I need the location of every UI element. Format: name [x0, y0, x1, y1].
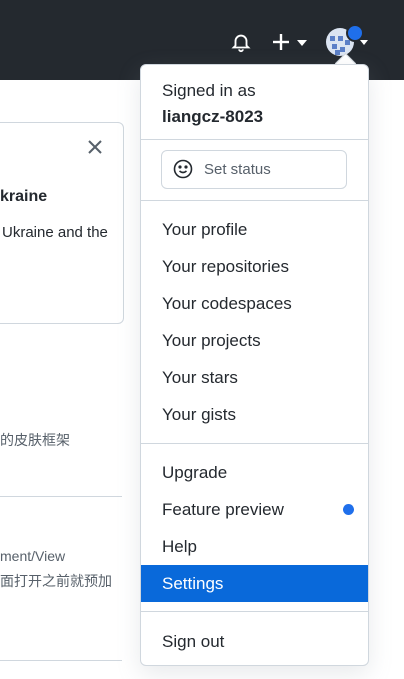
menu-item-settings[interactable]: Settings	[141, 565, 368, 602]
account-dropdown-menu: Signed in as liangcz-8023 Set status You…	[140, 64, 369, 666]
menu-item-your-gists[interactable]: Your gists	[141, 396, 368, 433]
menu-item-label: Feature preview	[162, 500, 284, 519]
menu-item-your-stars[interactable]: Your stars	[141, 359, 368, 396]
banner-text: Ukraine and the	[2, 224, 108, 241]
menu-item-label: Your repositories	[162, 257, 289, 276]
menu-item-upgrade[interactable]: Upgrade	[141, 454, 368, 491]
set-status-label: Set status	[204, 161, 271, 178]
menu-divider	[141, 200, 368, 201]
menu-item-feature-preview[interactable]: Feature preview	[141, 491, 368, 528]
bell-icon[interactable]	[230, 31, 252, 53]
create-new-button[interactable]	[271, 30, 311, 54]
menu-item-your-repositories[interactable]: Your repositories	[141, 248, 368, 285]
banner-card	[0, 122, 124, 324]
menu-item-label: Your projects	[162, 331, 261, 350]
feed-text: 面打开之前就预加	[0, 573, 112, 589]
menu-item-label: Help	[162, 537, 197, 556]
feed-text: ment/View	[0, 548, 66, 564]
user-avatar-button[interactable]	[326, 24, 372, 60]
plus-icon	[273, 34, 289, 50]
menu-item-label: Settings	[162, 574, 224, 593]
close-icon[interactable]	[86, 138, 104, 156]
caret-down-icon	[297, 40, 307, 46]
signed-in-label: Signed in as	[162, 81, 256, 100]
menu-divider	[141, 139, 368, 140]
menu-item-label: Sign out	[162, 632, 225, 651]
menu-divider	[141, 611, 368, 612]
divider	[0, 496, 122, 497]
caret-down-icon	[360, 40, 368, 45]
banner-heading: kraine	[0, 188, 48, 205]
menu-item-sign-out[interactable]: Sign out	[141, 623, 368, 660]
menu-item-label: Your stars	[162, 368, 238, 387]
menu-item-your-codespaces[interactable]: Your codespaces	[141, 285, 368, 322]
username: liangcz-8023	[162, 107, 264, 126]
menu-divider	[141, 443, 368, 444]
menu-item-label: Your codespaces	[162, 294, 292, 313]
new-feature-indicator	[343, 504, 354, 515]
menu-item-label: Upgrade	[162, 463, 228, 482]
menu-item-label: Your gists	[162, 405, 237, 424]
menu-item-help[interactable]: Help	[141, 528, 368, 565]
smiley-icon	[173, 159, 193, 179]
menu-item-your-projects[interactable]: Your projects	[141, 322, 368, 359]
menu-item-label: Your profile	[162, 220, 248, 239]
set-status-button[interactable]: Set status	[161, 150, 347, 189]
feed-text: 的皮肤框架	[0, 432, 70, 448]
menu-item-your-profile[interactable]: Your profile	[141, 211, 368, 248]
divider	[0, 660, 122, 661]
